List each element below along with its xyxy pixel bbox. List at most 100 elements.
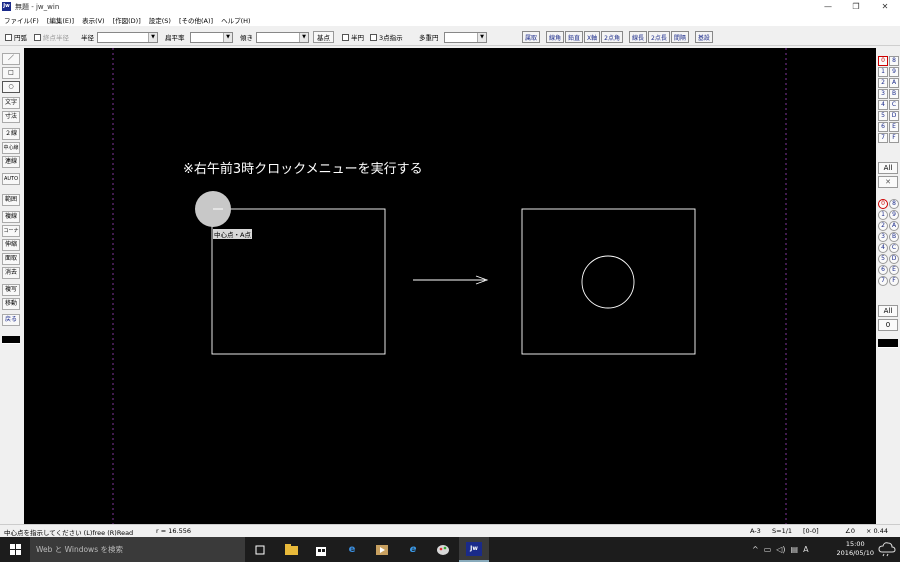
speaker-icon[interactable]: ◁) [776,545,785,554]
layer-button-9[interactable]: 9 [889,67,899,77]
start-button[interactable] [0,537,30,562]
layer-group-button-7[interactable]: 7 [878,276,888,286]
tool-dimension[interactable]: 寸法 [2,111,20,123]
tool-center-line[interactable]: 中心線 [2,142,20,154]
search-input[interactable]: Web と Windows を検索 [30,537,245,562]
interval-button[interactable]: 間隔 [670,31,689,43]
chevron-up-icon[interactable]: ^ [752,545,759,554]
x-axis-button[interactable]: X軸 [584,31,601,43]
layer-group-button-9[interactable]: 9 [889,210,899,220]
layer-group-button-a[interactable]: A [889,221,899,231]
tool-copy[interactable]: 複写 [2,284,20,296]
chevron-down-icon[interactable]: ▼ [477,32,486,42]
layer-button-f[interactable]: F [889,133,899,143]
layer-button-a[interactable]: A [889,78,899,88]
tool-range[interactable]: 範囲 [2,194,20,206]
semicircle-option[interactable]: 半円 [342,31,364,43]
layer-indicator[interactable] [878,339,898,348]
layer-button-c[interactable]: C [889,100,899,110]
media-player-icon[interactable] [374,542,390,557]
two-point-length-button[interactable]: 2点長 [648,31,670,43]
menu-edit[interactable]: [編集(E)] [47,15,74,25]
file-explorer-icon[interactable] [283,542,299,557]
tool-rectangle[interactable]: □ [2,67,20,79]
layer-button-6[interactable]: 6 [878,122,888,132]
layer-group-button-8[interactable]: 8 [889,199,899,209]
layer-cross-button[interactable]: ✕ [878,176,898,188]
layer-button-7[interactable]: 7 [878,133,888,143]
layer-button-1[interactable]: 1 [878,67,888,77]
layer-group-button-c[interactable]: C [889,243,899,253]
tool-parallel-line[interactable]: 複線 [2,211,20,223]
network-icon[interactable]: ▭ [764,545,772,554]
layer-group-button-e[interactable]: E [889,265,899,275]
layer-button-e[interactable]: E [889,122,899,132]
layer-group-button-b[interactable]: B [889,232,899,242]
layer-group-button-0[interactable]: 0 [878,199,888,209]
tool-chamfer[interactable]: 面取 [2,253,20,265]
internet-explorer-icon[interactable]: e [405,542,421,557]
attr-get-button[interactable]: 属取 [522,31,541,43]
layer-all-button[interactable]: All [878,162,898,174]
angle-indicator[interactable]: ∠0 [845,527,855,535]
layer-indicator-status[interactable]: [0-0] [803,527,819,535]
layer-button-8[interactable]: 8 [889,56,899,66]
base-set-button[interactable]: 基設 [694,31,713,43]
vertical-button[interactable]: 鉛直 [565,31,584,43]
menu-help[interactable]: ヘルプ(H) [221,15,250,25]
tool-corner[interactable]: コーナー [2,225,20,244]
layer-group-button-2[interactable]: 2 [878,221,888,231]
menu-draw[interactable]: [作図(D)] [113,15,141,25]
tool-erase[interactable]: 消去 [2,267,20,279]
layer-group-button-3[interactable]: 3 [878,232,888,242]
maximize-button[interactable]: ❐ [842,0,870,13]
minimize-button[interactable]: — [814,0,842,13]
layer-button-4[interactable]: 4 [878,100,888,110]
ime-indicator[interactable]: A [803,545,808,554]
menu-view[interactable]: 表示(V) [82,15,105,25]
tool-move[interactable]: 移動 [2,298,20,310]
three-point-checkbox[interactable] [370,33,377,41]
layer-group-all-button[interactable]: All [878,305,898,317]
layer-group-button-1[interactable]: 1 [878,210,888,220]
layer-group-button-5[interactable]: 5 [878,254,888,264]
layer-group-button-6[interactable]: 6 [878,265,888,275]
menu-other[interactable]: [その他(A)] [179,15,213,25]
two-point-angle-button[interactable]: 2点角 [601,31,623,43]
weather-icon[interactable] [878,541,896,559]
zoom-indicator[interactable]: × 0.44 [866,527,888,535]
menu-file[interactable]: ファイル(F) [4,15,39,25]
layer-group-button-d[interactable]: D [889,254,899,264]
notification-icon[interactable]: ▤ [791,545,799,554]
menu-settings[interactable]: 設定(S) [149,15,171,25]
base-point-button[interactable]: 基点 [313,31,334,43]
layer-button-3[interactable]: 3 [878,89,888,99]
paper-size[interactable]: A-3 [750,527,761,535]
drawing-canvas[interactable]: ※右午前3時クロックメニューを実行する 中心点・A点 [24,48,876,524]
task-view-icon[interactable] [252,542,268,557]
layer-button-b[interactable]: B [889,89,899,99]
semicircle-checkbox[interactable] [342,33,349,41]
flatness-combo[interactable]: ▼ [190,31,233,43]
layer-group-button-4[interactable]: 4 [878,243,888,253]
three-point-option[interactable]: 3点指示 [370,31,403,43]
radius-combo[interactable]: ▼ [97,31,158,43]
chevron-down-icon[interactable]: ▼ [223,32,232,42]
layer-group-zero-button[interactable]: 0 [878,319,898,331]
layer-button-5[interactable]: 5 [878,111,888,121]
line-type-indicator[interactable] [2,336,20,344]
chevron-down-icon[interactable]: ▼ [299,32,308,42]
layer-button-2[interactable]: 2 [878,78,888,88]
store-icon[interactable] [313,542,329,557]
tool-line[interactable]: ／ [2,53,20,65]
line-length-button[interactable]: 線長 [629,31,648,43]
arc-checkbox[interactable] [5,33,12,41]
jw-win-task[interactable]: Jw [459,537,489,562]
tool-stretch[interactable]: 伸縮 [2,239,20,251]
tool-undo[interactable]: 戻る [2,314,20,326]
arc-radius-checkbox[interactable] [34,33,41,41]
tilt-combo[interactable]: ▼ [256,31,309,43]
layer-button-d[interactable]: D [889,111,899,121]
tool-text[interactable]: 文字 [2,97,20,109]
scale-indicator[interactable]: S=1/1 [772,527,792,535]
